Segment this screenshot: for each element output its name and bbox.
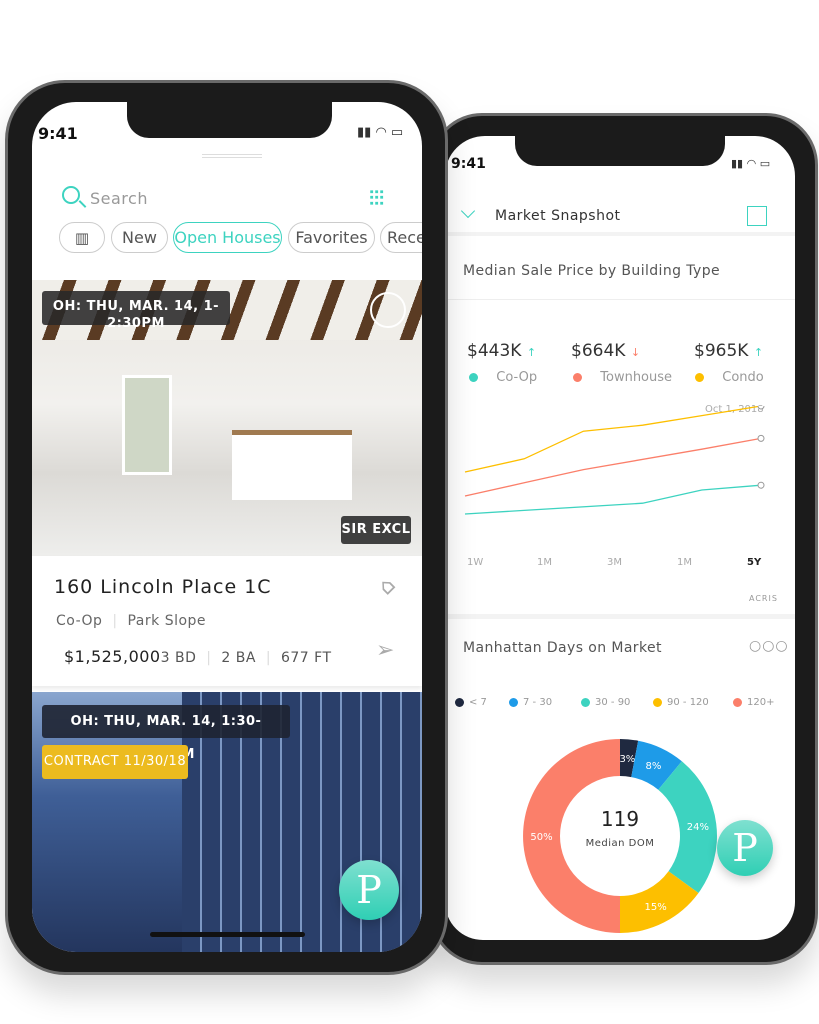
map-icon: ▥ — [74, 228, 90, 247]
filter-new[interactable]: New — [111, 222, 168, 253]
drag-handle[interactable] — [202, 154, 262, 155]
divider — [445, 232, 795, 236]
donut-label-4: 50% — [530, 832, 552, 843]
filter-favorites[interactable]: Favorites — [288, 222, 375, 253]
search-icon-handle — [78, 200, 87, 208]
contract-badge: CONTRACT 11/30/18 — [42, 745, 188, 779]
status-time: 9:41 — [451, 156, 486, 172]
dom-card-title: Manhattan Days on Market — [463, 640, 662, 656]
donut-label-1: 8% — [645, 761, 661, 772]
donut-label-2: 24% — [687, 822, 709, 833]
open-house-tag: OH: THU, MAR. 14, 1:30-2:30PM — [42, 705, 290, 762]
x-tick-3m[interactable]: 3M — [607, 557, 622, 568]
left-phone: 9:41 ▮▮ ◠ ▭ Search ⫶⫶⫶ ▥ New Open Houses… — [5, 80, 448, 975]
median-dom-value: 119 — [600, 807, 640, 831]
filter-open-houses[interactable]: Open Houses — [173, 222, 282, 253]
series-line-condo — [464, 406, 762, 473]
legend-item: 7 - 30 — [509, 697, 552, 708]
divider — [445, 299, 795, 300]
map-toggle[interactable]: ▥ — [59, 222, 105, 253]
filter-sliders-icon[interactable]: ⫶⫶⫶ — [369, 186, 384, 210]
price-line-chart — [464, 406, 765, 515]
open-house-tag: OH: THU, MAR. 14, 1-2:30PM — [42, 291, 230, 331]
listing-baths: 2 BA — [221, 650, 256, 666]
legend-item: 120+ — [733, 697, 774, 708]
filter-pills: ▥ New Open Houses Favorites Recen — [59, 222, 422, 254]
series-line-townhouse — [464, 437, 762, 497]
legend-item: < 7 — [455, 697, 487, 708]
assistant-fab[interactable]: P — [717, 820, 773, 876]
home-indicator — [150, 932, 305, 937]
status-time: 9:41 — [38, 124, 78, 143]
status-icons: ▮▮ ◠ ▭ — [731, 157, 771, 170]
search-icon — [62, 186, 80, 204]
notch — [127, 102, 332, 138]
source-label: ACRIS — [749, 594, 778, 603]
x-tick-1m[interactable]: 1M — [537, 557, 552, 568]
doorway — [122, 375, 172, 475]
share-send-icon[interactable]: ➢ — [376, 638, 394, 663]
kitchen-island — [232, 430, 352, 500]
left-screen: 9:41 ▮▮ ◠ ▭ Search ⫶⫶⫶ ▥ New Open Houses… — [32, 102, 422, 952]
listing-photo-kitchen[interactable]: OH: THU, MAR. 14, 1-2:30PM SIR EXCL — [32, 280, 422, 556]
listing-title: 160 Lincoln Place 1C — [54, 576, 272, 598]
right-screen: 9:41 ▮▮ ◠ ▭ Market Snapshot Median Sale … — [445, 136, 795, 940]
x-tick-1w[interactable]: 1W — [467, 557, 483, 568]
x-tick-1m[interactable]: 1M — [677, 557, 692, 568]
listing-photo-building[interactable]: OH: THU, MAR. 14, 1:30-2:30PM CONTRACT 1… — [32, 692, 422, 952]
legend-townhouse: Townhouse — [573, 370, 672, 385]
favorite-circle-button[interactable] — [370, 292, 406, 328]
series-endpoint-co-op — [757, 481, 765, 489]
collapse-chevron-icon[interactable] — [460, 203, 476, 219]
listing-meta: Co-Op | Park Slope — [56, 613, 207, 629]
listing-size: 677 FT — [280, 650, 332, 666]
notch — [515, 136, 725, 166]
x-tick-5y[interactable]: 5Y — [747, 557, 761, 568]
more-options-icon[interactable]: ○○○ — [749, 638, 789, 654]
listing-neighborhood: Park Slope — [127, 613, 207, 629]
median-dom-label: Median DOM — [585, 838, 655, 849]
legend-item: 90 - 120 — [653, 697, 709, 708]
search-placeholder: Search — [90, 189, 148, 208]
stat-townhouse-value: $664K ↓ — [571, 341, 641, 361]
series-endpoint-condo — [757, 406, 765, 410]
listing-details: $1,525,0003 BD | 2 BA | 677 FT — [64, 647, 332, 666]
page-title: Market Snapshot — [495, 208, 621, 224]
assistant-fab[interactable]: P — [339, 860, 399, 920]
donut-label-0: 3% — [619, 754, 635, 765]
legend-coop: Co-Op — [469, 370, 537, 385]
series-endpoint-townhouse — [757, 434, 765, 442]
grid-view-icon[interactable] — [747, 206, 767, 226]
listing-price: $1,525,000 — [64, 647, 161, 666]
listing-beds: 3 BD — [160, 650, 197, 666]
stat-condo-value: $965K ↑ — [694, 341, 764, 361]
search-input[interactable]: Search — [62, 186, 352, 212]
legend-item: 30 - 90 — [581, 697, 630, 708]
right-phone: 9:41 ▮▮ ◠ ▭ Market Snapshot Median Sale … — [430, 113, 818, 965]
exclusive-badge: SIR EXCL — [341, 516, 411, 544]
price-tag-icon[interactable]: ⌂ — [373, 573, 401, 601]
series-line-co-op — [464, 484, 762, 515]
price-card-title: Median Sale Price by Building Type — [463, 263, 721, 279]
stat-coop-value: $443K ↑ — [467, 341, 537, 361]
listing-type: Co-Op — [56, 613, 103, 629]
filter-recent[interactable]: Recen — [380, 222, 422, 253]
divider — [445, 614, 795, 619]
donut-label-3: 15% — [645, 902, 667, 913]
legend-condo: Condo — [695, 370, 764, 385]
status-icons: ▮▮ ◠ ▭ — [357, 125, 404, 140]
listing-card[interactable]: 160 Lincoln Place 1C Co-Op | Park Slope … — [32, 556, 422, 686]
